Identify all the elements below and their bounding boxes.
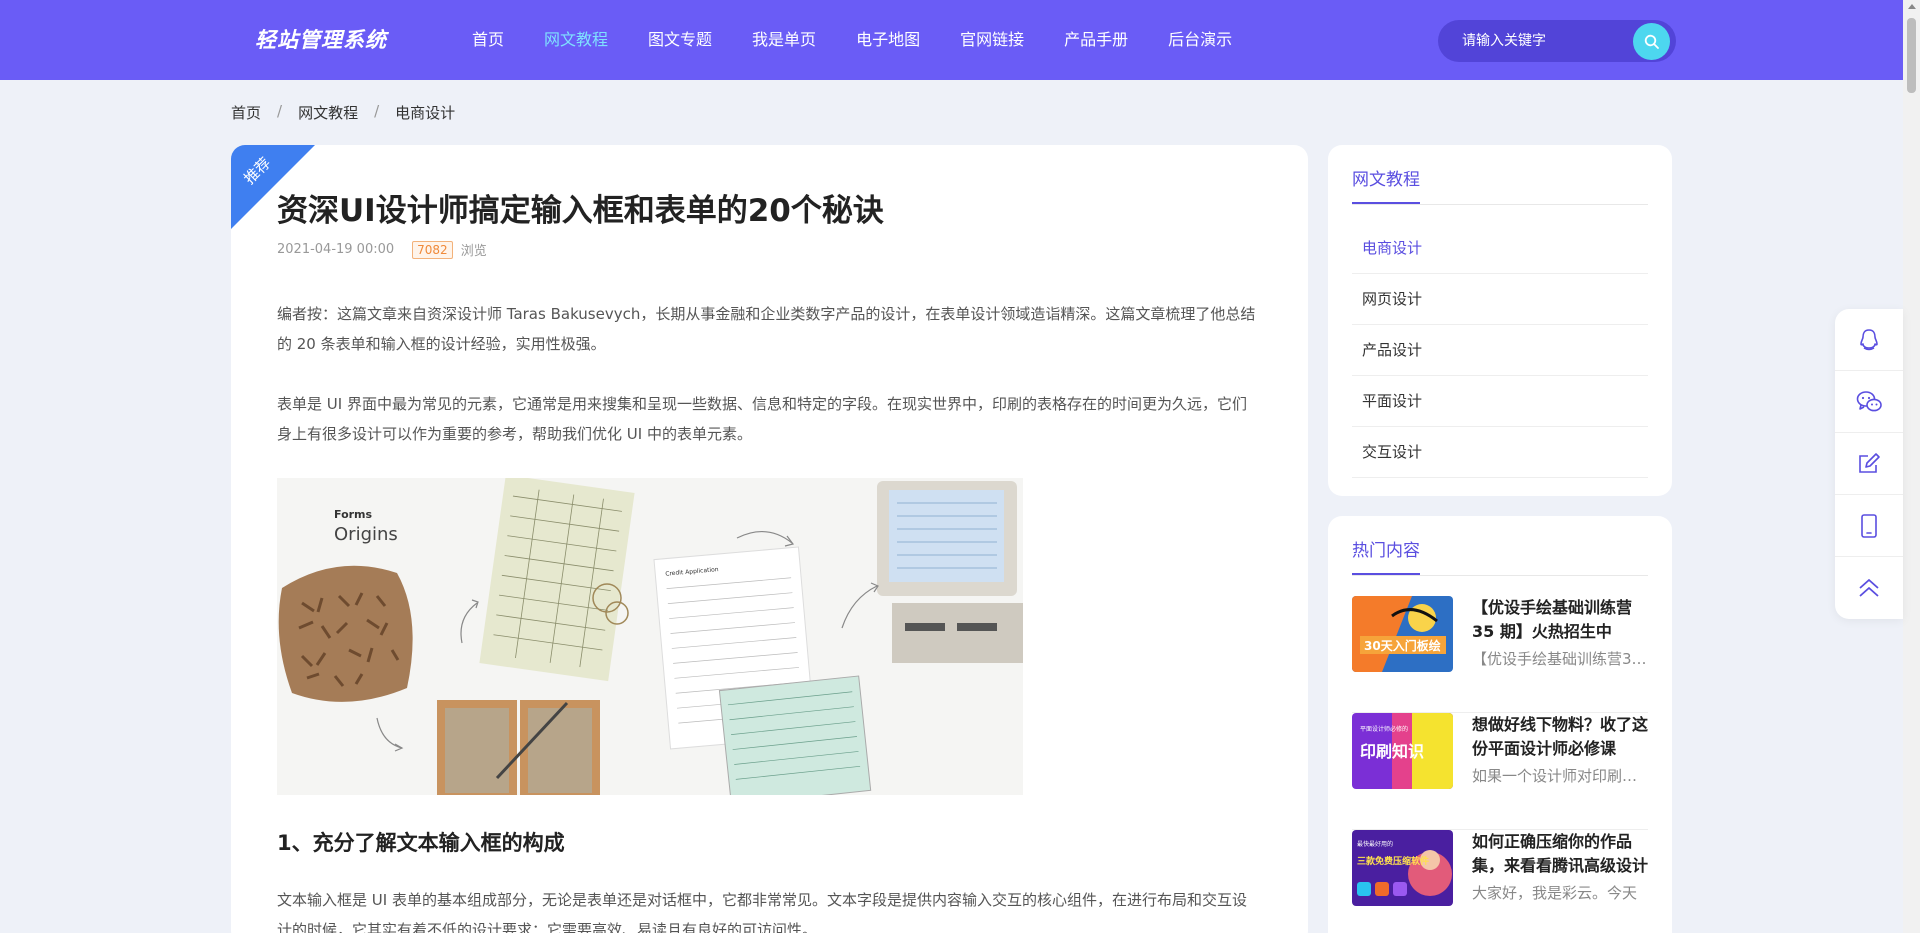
nav-item-home[interactable]: 首页 [452, 0, 524, 80]
search-box [1438, 20, 1676, 62]
views-label: 浏览 [460, 244, 487, 259]
category-card-header: 网文教程 [1352, 165, 1648, 205]
edit-button[interactable] [1835, 433, 1903, 495]
breadcrumb-tutorials[interactable]: 网文教程 [298, 102, 358, 123]
search-input[interactable] [1462, 31, 1622, 51]
forms-origins-illustration: Forms Origins Credit Application [277, 478, 1023, 795]
retro-computer-icon [877, 481, 1023, 663]
breadcrumb-separator: / [374, 102, 380, 120]
hot-item-thumbnail[interactable]: 平面设计师必修的 印刷知识 [1352, 713, 1453, 789]
breadcrumb-home[interactable]: 首页 [231, 102, 261, 123]
hot-item-thumbnail-text: 印刷知识 [1360, 742, 1424, 761]
nav-item-official-links[interactable]: 官网链接 [940, 0, 1044, 80]
nav-item-admin-demo[interactable]: 后台演示 [1148, 0, 1252, 80]
article-title: 资深UI设计师搞定输入框和表单的20个秘诀 [277, 193, 884, 229]
nav-item-map[interactable]: 电子地图 [836, 0, 940, 80]
hot-item-desc: 【优设手绘基础训练营35期】火热招生中 [1472, 650, 1648, 668]
mobile-button[interactable] [1835, 495, 1903, 557]
back-to-top-icon [1859, 579, 1879, 597]
qq-icon [1860, 328, 1878, 350]
article-paragraph: 编者按：这篇文章来自资深设计师 Taras Bakusevych，长期从事金融和… [277, 305, 1256, 353]
hot-content-header: 热门内容 [1352, 536, 1648, 576]
breadcrumb: 首页 / 网文教程 / 电商设计 [231, 102, 455, 123]
nav-item-single-page[interactable]: 我是单页 [732, 0, 836, 80]
category-item-ecommerce[interactable]: 电商设计 [1352, 223, 1648, 274]
hot-item[interactable]: 最快最好用的 三款免费压缩软件 如何正确压缩你的作品集，来看看腾讯高级设计师的方… [1352, 830, 1648, 933]
hot-content-list: 30天入门板绘 【优设手绘基础训练营35 期】火热招生中 【优设手绘基础训练营3… [1352, 596, 1648, 933]
breadcrumb-separator: / [277, 102, 283, 120]
floating-toolbar [1835, 309, 1903, 619]
page-scrollbar[interactable] [1903, 0, 1920, 933]
views-count-badge: 7082 [412, 240, 453, 259]
article-image: Forms Origins Credit Application [277, 478, 1023, 795]
illustration-caption-large: Origins [334, 524, 398, 545]
hot-item[interactable]: 平面设计师必修的 印刷知识 想做好线下物料？收了这份平面设计师必修课 如果一个设… [1352, 713, 1648, 830]
clay-tablet-icon [278, 565, 413, 702]
category-card: 网文教程 电商设计 网页设计 产品设计 平面设计 交互设计 [1328, 145, 1672, 496]
top-header: 轻站管理系统 首页 网文教程 图文专题 我是单页 电子地图 官网链接 产品手册 … [0, 0, 1903, 80]
qq-button[interactable] [1835, 309, 1903, 371]
mobile-icon [1861, 513, 1877, 538]
category-list: 电商设计 网页设计 产品设计 平面设计 交互设计 [1352, 223, 1648, 478]
hot-item-thumbnail-text: 30天入门板绘 [1364, 638, 1441, 653]
nav-item-topics[interactable]: 图文专题 [628, 0, 732, 80]
hot-item-desc: 如果一个设计师对印刷知识 [1472, 767, 1648, 785]
hot-item-title[interactable]: 如何正确压缩你的作品集，来看看腾讯高级设计师的方法 [1472, 830, 1648, 878]
section-heading: 1、充分了解文本输入框的构成 [277, 831, 565, 855]
hot-item-thumbnail-subtext: 平面设计师必修的 [1360, 725, 1408, 733]
category-item-product[interactable]: 产品设计 [1352, 325, 1648, 376]
illustration-caption-small: Forms [334, 508, 373, 521]
breadcrumb-current[interactable]: 电商设计 [395, 102, 455, 123]
main-nav: 首页 网文教程 图文专题 我是单页 电子地图 官网链接 产品手册 后台演示 [452, 0, 1252, 80]
nav-item-manual[interactable]: 产品手册 [1044, 0, 1148, 80]
edit-icon [1859, 452, 1880, 473]
article-meta: 2021-04-19 00:00 7082 浏览 [277, 240, 487, 259]
article-paragraph: 表单是 UI 界面中最为常见的元素，它通常是用来搜集和呈现一些数据、信息和特定的… [277, 395, 1247, 443]
nav-item-tutorials[interactable]: 网文教程 [524, 0, 628, 80]
category-card-title: 网文教程 [1352, 165, 1420, 204]
hot-item-thumbnail-subtext: 最快最好用的 [1357, 840, 1393, 848]
scroll-thumb[interactable] [1907, 18, 1916, 93]
article-date: 2021-04-19 00:00 [277, 242, 395, 257]
hot-item-thumbnail[interactable]: 最快最好用的 三款免费压缩软件 [1352, 830, 1453, 906]
search-button[interactable] [1633, 23, 1670, 60]
back-to-top-button[interactable] [1835, 557, 1903, 619]
hot-content-card: 热门内容 30天入门板绘 【优设手绘基础训练营35 期】火热招生中 【优设手绘基… [1328, 516, 1672, 933]
article-card: 推荐 资深UI设计师搞定输入框和表单的20个秘诀 2021-04-19 00:0… [231, 145, 1308, 933]
hot-item-thumbnail-text: 三款免费压缩软件 [1357, 855, 1429, 867]
category-item-graphic[interactable]: 平面设计 [1352, 376, 1648, 427]
wechat-button[interactable] [1835, 371, 1903, 433]
wechat-icon [1856, 390, 1882, 411]
hot-item-thumbnail[interactable]: 30天入门板绘 [1352, 596, 1453, 672]
scroll-up-arrow-icon[interactable] [1908, 4, 1916, 9]
old-ledger-icon [479, 478, 635, 682]
category-item-interaction[interactable]: 交互设计 [1352, 427, 1648, 478]
hot-item-title[interactable]: 【优设手绘基础训练营35 期】火热招生中 [1472, 596, 1648, 644]
category-item-web[interactable]: 网页设计 [1352, 274, 1648, 325]
hot-item-title[interactable]: 想做好线下物料？收了这份平面设计师必修课 [1472, 713, 1648, 761]
hot-item[interactable]: 30天入门板绘 【优设手绘基础训练营35 期】火热招生中 【优设手绘基础训练营3… [1352, 596, 1648, 713]
article-paragraph: 文本输入框是 UI 表单的基本组成部分，无论是表单还是对话框中，它都非常常见。文… [277, 891, 1247, 933]
site-logo[interactable]: 轻站管理系统 [255, 24, 387, 54]
hot-item-desc: 大家好，我是彩云。今天 [1472, 884, 1638, 902]
search-icon [1644, 34, 1659, 49]
hot-content-title: 热门内容 [1352, 536, 1420, 575]
